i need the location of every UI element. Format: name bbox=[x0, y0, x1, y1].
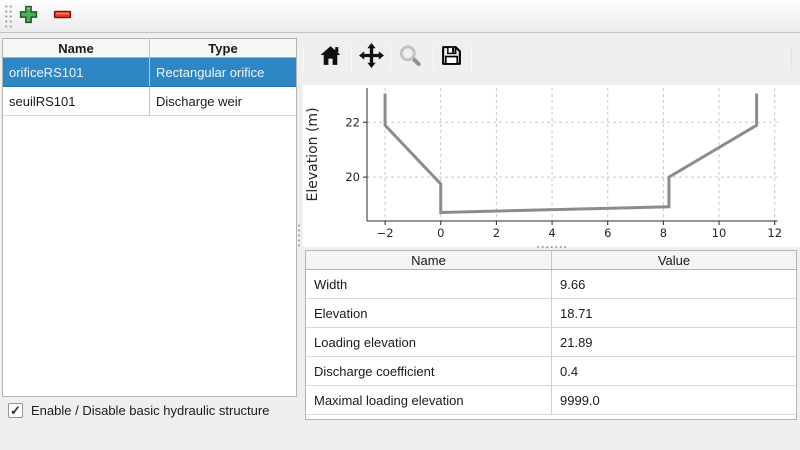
svg-text:Elevation (m): Elevation (m) bbox=[305, 107, 321, 201]
main-toolbar bbox=[0, 0, 800, 33]
property-row[interactable]: Loading elevation 21.89 bbox=[306, 328, 796, 357]
svg-text:10: 10 bbox=[712, 226, 727, 240]
property-row[interactable]: Elevation 18.71 bbox=[306, 299, 796, 328]
properties-table: Name Value Width 9.66 Elevation 18.71 Lo… bbox=[305, 250, 797, 420]
vertical-splitter-handle[interactable] bbox=[297, 223, 302, 248]
home-button[interactable] bbox=[316, 44, 344, 72]
zoom-icon bbox=[397, 43, 423, 74]
column-header-name[interactable]: Name bbox=[3, 39, 150, 57]
checkbox-check-icon[interactable]: ✓ bbox=[8, 403, 23, 418]
toolbar-separator bbox=[471, 46, 472, 70]
property-name: Width bbox=[306, 270, 552, 298]
pan-icon bbox=[359, 43, 384, 73]
property-value[interactable]: 9.66 bbox=[552, 270, 796, 298]
property-name: Maximal loading elevation bbox=[306, 386, 552, 414]
toolbar-separator bbox=[351, 46, 352, 70]
structure-type: Rectangular orifice bbox=[150, 58, 296, 86]
property-value[interactable]: 21.89 bbox=[552, 328, 796, 356]
svg-text:20: 20 bbox=[345, 170, 360, 184]
svg-text:2: 2 bbox=[493, 226, 500, 240]
properties-table-header: Name Value bbox=[306, 251, 796, 270]
toolbar-drag-handle[interactable] bbox=[4, 4, 13, 29]
structures-table: Name Type orificeRS101 Rectangular orifi… bbox=[2, 38, 297, 397]
checkbox-label: Enable / Disable basic hydraulic structu… bbox=[31, 403, 269, 418]
property-row[interactable]: Discharge coefficient 0.4 bbox=[306, 357, 796, 386]
plot-navigation-toolbar bbox=[303, 42, 800, 80]
column-header-type[interactable]: Type bbox=[150, 39, 296, 57]
property-name: Discharge coefficient bbox=[306, 357, 552, 385]
table-row[interactable]: seuilRS101 Discharge weir bbox=[3, 87, 296, 116]
enable-structure-checkbox[interactable]: ✓ Enable / Disable basic hydraulic struc… bbox=[8, 403, 269, 418]
home-icon bbox=[319, 44, 342, 72]
svg-text:6: 6 bbox=[604, 226, 611, 240]
add-structure-button[interactable] bbox=[15, 3, 42, 30]
remove-structure-button[interactable] bbox=[49, 3, 76, 30]
zoom-button[interactable] bbox=[396, 44, 424, 72]
svg-text:8: 8 bbox=[660, 226, 667, 240]
property-row[interactable]: Width 9.66 bbox=[306, 270, 796, 299]
elevation-figure-canvas[interactable]: −2 0 2 4 6 8 10 12 20 22 Elevation (m) bbox=[303, 85, 800, 247]
property-name: Loading elevation bbox=[306, 328, 552, 356]
svg-text:0: 0 bbox=[437, 226, 444, 240]
pan-button[interactable] bbox=[357, 44, 385, 72]
remove-icon bbox=[53, 5, 72, 29]
svg-text:22: 22 bbox=[345, 115, 360, 129]
column-header-value[interactable]: Value bbox=[552, 251, 796, 269]
save-button[interactable] bbox=[437, 44, 465, 72]
toolbar-separator bbox=[303, 46, 304, 70]
toolbar-separator bbox=[390, 46, 391, 70]
table-row[interactable]: orificeRS101 Rectangular orifice bbox=[3, 58, 296, 87]
property-name: Elevation bbox=[306, 299, 552, 327]
structure-type: Discharge weir bbox=[150, 87, 296, 115]
horizontal-splitter-handle[interactable] bbox=[536, 245, 566, 249]
structures-table-header: Name Type bbox=[3, 39, 296, 58]
structure-name: orificeRS101 bbox=[3, 58, 150, 86]
property-value[interactable]: 18.71 bbox=[552, 299, 796, 327]
svg-text:4: 4 bbox=[548, 226, 555, 240]
column-header-name[interactable]: Name bbox=[306, 251, 552, 269]
structure-name: seuilRS101 bbox=[3, 87, 150, 115]
toolbar-separator bbox=[433, 46, 434, 70]
save-icon bbox=[440, 44, 463, 72]
property-value[interactable]: 0.4 bbox=[552, 357, 796, 385]
property-row[interactable]: Maximal loading elevation 9999.0 bbox=[306, 386, 796, 415]
elevation-chart: −2 0 2 4 6 8 10 12 20 22 Elevation (m) bbox=[303, 85, 800, 247]
property-value[interactable]: 9999.0 bbox=[552, 386, 796, 414]
add-icon bbox=[19, 5, 38, 29]
toolbar-separator bbox=[791, 46, 792, 70]
svg-text:−2: −2 bbox=[377, 226, 394, 240]
svg-text:12: 12 bbox=[767, 226, 782, 240]
